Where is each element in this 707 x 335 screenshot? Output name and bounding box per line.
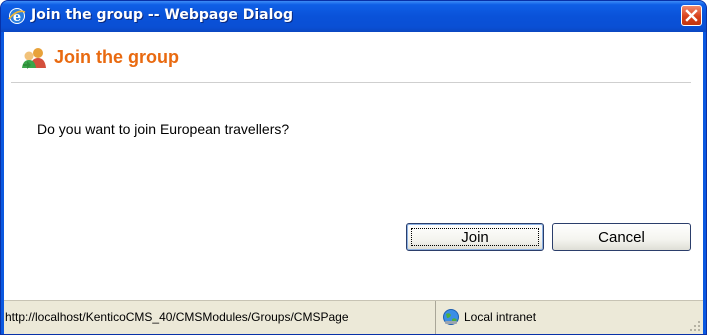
title-bar[interactable]: e Join the group -- Webpage Dialog (1, 1, 706, 32)
globe-icon (443, 309, 459, 325)
confirmation-message: Do you want to join European travellers? (37, 121, 290, 137)
close-button[interactable] (681, 5, 702, 26)
window-title: Join the group -- Webpage Dialog (31, 7, 294, 23)
cancel-button[interactable]: Cancel (552, 223, 691, 251)
resize-grip-icon[interactable] (689, 320, 701, 332)
status-url: http://localhost/KenticoCMS_40/CMSModule… (4, 301, 436, 334)
dialog-body (4, 32, 703, 300)
cancel-button-label: Cancel (598, 229, 645, 246)
dialog-window: e Join the group -- Webpage Dialog Join … (0, 0, 707, 335)
close-icon (685, 9, 698, 22)
status-bar: http://localhost/KenticoCMS_40/CMSModule… (4, 300, 703, 334)
ie-icon: e (8, 8, 26, 25)
join-button[interactable]: Join (406, 223, 544, 251)
divider (11, 82, 691, 83)
security-zone: Local intranet (464, 310, 537, 324)
group-icon (22, 48, 46, 69)
dialog-heading: Join the group (54, 47, 179, 67)
join-button-label: Join (461, 229, 489, 246)
